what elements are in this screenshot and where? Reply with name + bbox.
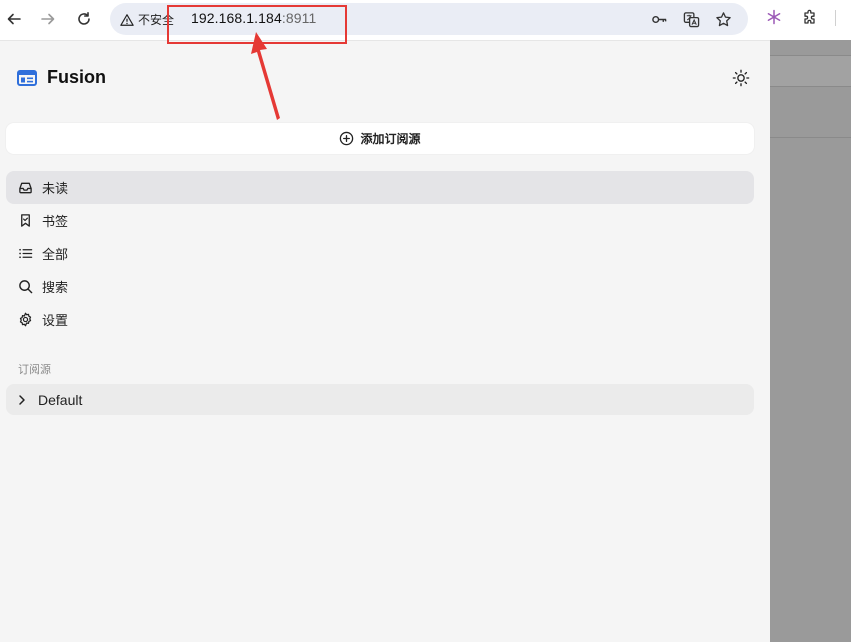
bookmark-icon (21, 214, 30, 227)
inbox-icon (19, 182, 32, 194)
back-arrow-icon (7, 13, 21, 25)
nav-label: 设置 (42, 313, 69, 328)
forward-arrow-icon (41, 13, 55, 25)
nav-label: 书签 (42, 214, 69, 229)
extension-snowflake-button[interactable] (765, 8, 783, 26)
plus-circle-icon (340, 131, 354, 146)
feed-group-label: Default (38, 391, 83, 408)
divider (770, 86, 851, 87)
divider (770, 137, 851, 138)
site-security-indicator[interactable]: 不安全 (120, 11, 174, 28)
password-key-button[interactable] (650, 10, 668, 28)
nav-label: 搜索 (42, 280, 69, 295)
puzzle-icon (804, 9, 815, 24)
nav-item-unread[interactable]: 未读 (6, 171, 754, 204)
app-sidebar: Fusion 添加订阅源 未读 书签 全部 搜索 设置 订阅源 Default (0, 40, 770, 642)
browser-toolbar: 不安全 192.168.1.184:8911 (0, 0, 851, 40)
dimmed-content-pane (770, 40, 851, 642)
warning-icon (120, 13, 134, 26)
search-icon (19, 280, 33, 294)
reload-button[interactable] (72, 7, 96, 31)
nav-label: 全部 (42, 247, 69, 262)
feeds-section-label: 订阅源 (18, 364, 51, 376)
app-title: Fusion (47, 67, 106, 87)
fusion-logo-icon (17, 70, 37, 86)
translate-icon (683, 11, 699, 27)
key-icon (651, 15, 666, 23)
add-feed-button[interactable]: 添加订阅源 (6, 123, 754, 154)
toolbar-divider (835, 10, 836, 26)
feed-group-default[interactable]: Default (6, 384, 754, 415)
extensions-button[interactable] (801, 8, 819, 26)
theme-toggle-button[interactable] (731, 68, 751, 88)
bookmark-star-button[interactable] (714, 10, 732, 28)
forward-button[interactable] (36, 7, 60, 31)
nav-label: 未读 (42, 181, 69, 196)
sun-icon (732, 69, 750, 87)
back-button[interactable] (2, 7, 26, 31)
reload-icon (78, 12, 90, 25)
list-icon (19, 248, 33, 259)
settings-gear-icon (19, 312, 32, 327)
nav-item-bookmarks[interactable]: 书签 (6, 204, 754, 237)
nav-item-search[interactable]: 搜索 (6, 270, 754, 303)
translate-button[interactable] (682, 10, 700, 28)
snowflake-icon (767, 9, 781, 25)
nav-item-settings[interactable]: 设置 (6, 303, 754, 336)
nav-item-all[interactable]: 全部 (6, 237, 754, 270)
annotation-arrow (251, 32, 280, 120)
star-icon (715, 11, 731, 26)
add-feed-label: 添加订阅源 (360, 132, 421, 146)
chevron-right-icon (19, 394, 25, 405)
dimmed-header-band (770, 56, 851, 86)
